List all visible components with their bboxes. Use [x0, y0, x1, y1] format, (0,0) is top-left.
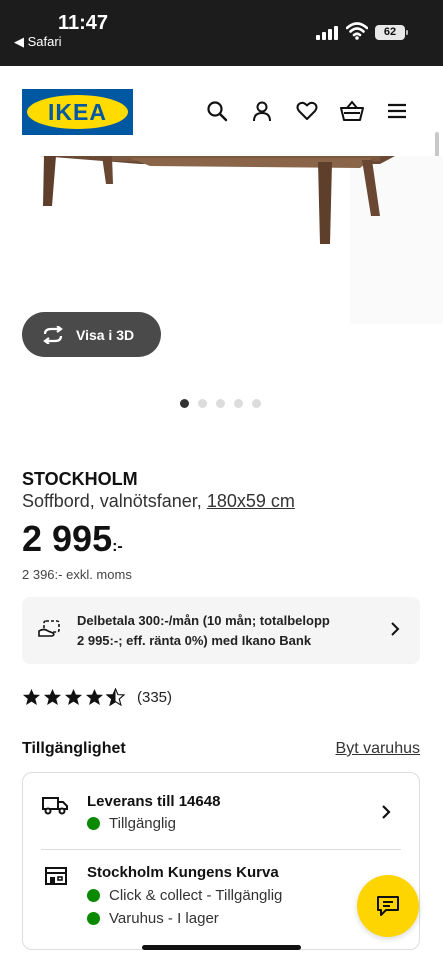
- available-status-dot: [87, 889, 100, 902]
- star-rating: [22, 688, 125, 706]
- available-status-dot: [87, 817, 100, 830]
- star-icon: [43, 688, 62, 706]
- availability-card: Leverans till 14648 Tillgänglig Stockhol…: [22, 772, 420, 950]
- product-name: STOCKHOLM: [22, 469, 138, 489]
- gallery-dot[interactable]: [180, 399, 189, 408]
- search-icon[interactable]: [204, 98, 230, 124]
- delivery-status: Tillgänglig: [87, 815, 176, 832]
- status-bar: 11:47 ◀ Safari 62: [0, 0, 443, 66]
- rotate-3d-icon: [43, 325, 63, 344]
- installment-line-1: Delbetala 300:-/mån (10 mån; totalbelopp: [77, 613, 330, 628]
- chat-icon: [377, 896, 399, 916]
- heart-icon[interactable]: [294, 98, 320, 124]
- status-time: 11:47: [58, 12, 109, 34]
- gallery-dot[interactable]: [198, 399, 207, 408]
- available-status-dot: [87, 912, 100, 925]
- home-indicator[interactable]: [142, 945, 301, 950]
- installment-icon: [38, 618, 62, 645]
- click-collect-status-text: Click & collect - Tillgänglig: [109, 887, 283, 904]
- in-store-status: Varuhus - I lager: [87, 910, 219, 927]
- menu-icon[interactable]: [384, 98, 410, 124]
- gallery-dot[interactable]: [252, 399, 261, 408]
- star-icon: [64, 688, 83, 706]
- star-icon: [85, 688, 104, 706]
- site-header: IKEA: [0, 66, 443, 156]
- view-in-3d-label: Visa i 3D: [76, 326, 135, 343]
- star-icon: [22, 688, 41, 706]
- chevron-right-icon[interactable]: [381, 804, 391, 825]
- product-rating[interactable]: (335): [22, 688, 172, 706]
- availability-heading: Tillgänglighet: [22, 740, 126, 757]
- product-type: Soffbord, valnötsfaner,: [22, 491, 202, 511]
- delivery-title[interactable]: Leverans till 14648: [87, 793, 220, 810]
- product-description: Soffbord, valnötsfaner, 180x59 cm: [22, 491, 295, 512]
- user-icon[interactable]: [249, 98, 275, 124]
- gallery-dot[interactable]: [216, 399, 225, 408]
- delivery-status-text: Tillgänglig: [109, 815, 176, 832]
- logo-text: IKEA: [48, 99, 107, 125]
- battery-icon: 62: [375, 25, 408, 40]
- product-price: 2 995:-: [22, 518, 123, 560]
- installment-offer[interactable]: Delbetala 300:-/mån (10 mån; totalbelopp…: [22, 597, 420, 664]
- divider: [41, 849, 401, 850]
- basket-icon[interactable]: [339, 98, 365, 124]
- chevron-right-icon: [390, 621, 400, 642]
- view-in-3d-button[interactable]: Visa i 3D: [22, 312, 161, 357]
- delivery-truck-icon: [42, 795, 68, 820]
- price-excl-vat: 2 396:- exkl. moms: [22, 567, 132, 582]
- wifi-icon: [345, 22, 369, 40]
- store-icon: [44, 866, 68, 891]
- review-count: (335): [137, 688, 173, 706]
- cellular-signal-icon: [316, 26, 338, 40]
- price-value: 2 995: [22, 518, 113, 559]
- installment-text: Delbetala 300:-/mån (10 mån; totalbelopp…: [77, 611, 377, 651]
- gallery-dot[interactable]: [234, 399, 243, 408]
- change-store-link[interactable]: Byt varuhus: [336, 740, 420, 758]
- price-suffix: :-: [112, 538, 123, 555]
- half-star-icon: [106, 688, 125, 706]
- product-size-link[interactable]: 180x59 cm: [207, 491, 295, 511]
- back-to-safari-link[interactable]: ◀ Safari: [14, 34, 62, 50]
- ikea-logo[interactable]: IKEA: [22, 89, 133, 135]
- installment-line-2: 2 995:-; eff. ränta 0%) med Ikano Bank: [77, 633, 312, 648]
- in-store-status-text: Varuhus - I lager: [109, 910, 219, 927]
- store-title[interactable]: Stockholm Kungens Kurva: [87, 864, 279, 881]
- chat-button[interactable]: [357, 875, 419, 937]
- click-collect-status: Click & collect - Tillgänglig: [87, 887, 282, 904]
- gallery-pagination[interactable]: [180, 399, 261, 408]
